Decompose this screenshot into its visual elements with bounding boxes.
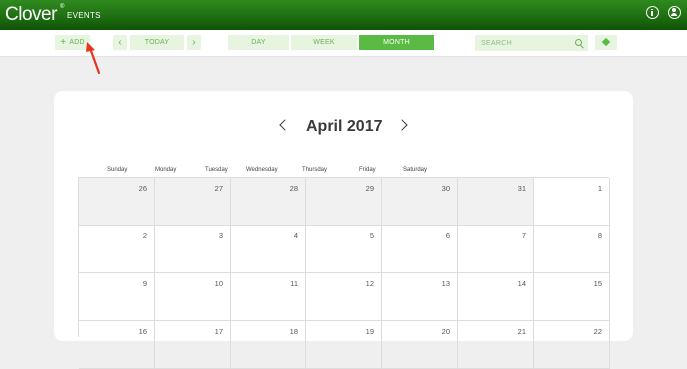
month-grid: 26 27 28 29 30 31 1 2 3 4 5 6 7 8 9 10 11 12 13 14 15 16 17 18 1… [78, 177, 610, 369]
day-number: 26 [138, 184, 147, 193]
day-cell[interactable]: 6 [382, 225, 458, 273]
day-cell[interactable]: 22 [534, 321, 610, 369]
day-cell[interactable]: 27 [155, 178, 231, 226]
day-number: 14 [517, 279, 526, 288]
day-cell[interactable]: 10 [155, 273, 231, 321]
search-input[interactable] [481, 35, 567, 51]
day-cell[interactable]: 19 [306, 321, 382, 369]
previous-button[interactable]: ‹ [113, 35, 127, 50]
day-cell[interactable]: 1 [534, 178, 610, 226]
day-cell[interactable]: 29 [306, 178, 382, 226]
weekday-wednesday: Wednesday [246, 167, 278, 173]
weekday-friday: Friday [359, 167, 376, 173]
plus-icon: + [60, 37, 67, 48]
weekday-sunday: Sunday [107, 167, 128, 173]
app-header: Clover ® EVENTS [0, 0, 687, 30]
weekday-tuesday: Tuesday [205, 167, 228, 173]
day-cell[interactable]: 15 [534, 273, 610, 321]
day-number: 30 [441, 184, 450, 193]
weekday-monday: Monday [155, 167, 177, 173]
day-cell[interactable]: 5 [306, 225, 382, 273]
day-number: 3 [218, 231, 223, 240]
weekday-thursday: Thursday [302, 167, 328, 173]
day-number: 9 [142, 279, 147, 288]
day-cell[interactable]: 14 [458, 273, 534, 321]
day-cell[interactable]: 4 [231, 225, 306, 273]
user-icon[interactable] [668, 6, 681, 19]
day-number: 12 [365, 279, 374, 288]
tag-filter-button[interactable] [595, 35, 617, 50]
day-cell[interactable]: 12 [306, 273, 382, 321]
tab-week[interactable]: WEEK [291, 35, 357, 50]
day-number: 8 [597, 231, 602, 240]
info-icon[interactable] [646, 6, 659, 19]
registered-mark: ® [60, 4, 65, 10]
day-number: 28 [289, 184, 298, 193]
day-cell[interactable]: 7 [458, 225, 534, 273]
search-icon[interactable] [575, 39, 582, 46]
day-cell[interactable]: 9 [79, 273, 155, 321]
day-number: 10 [214, 279, 223, 288]
search-box [475, 35, 588, 51]
day-number: 15 [593, 279, 602, 288]
day-number: 11 [290, 279, 298, 288]
today-button[interactable]: TODAY [130, 35, 184, 50]
tab-day[interactable]: DAY [228, 35, 289, 50]
next-button[interactable]: › [187, 35, 201, 50]
tab-month[interactable]: MONTH [359, 35, 434, 50]
day-cell[interactable]: 20 [382, 321, 458, 369]
clover-logo[interactable]: Clover [5, 4, 57, 26]
day-number: 31 [517, 184, 526, 193]
day-cell[interactable]: 26 [79, 178, 155, 226]
day-number: 27 [214, 184, 223, 193]
day-cell[interactable]: 8 [534, 225, 610, 273]
day-number: 1 [597, 184, 602, 193]
day-cell[interactable]: 17 [155, 321, 231, 369]
day-cell[interactable]: 11 [231, 273, 306, 321]
day-number: 6 [445, 231, 450, 240]
day-cell[interactable]: 2 [79, 225, 155, 273]
tag-icon [601, 37, 611, 47]
day-number: 13 [441, 279, 450, 288]
day-number: 7 [521, 231, 526, 240]
day-number: 4 [293, 231, 298, 240]
day-cell[interactable]: 28 [231, 178, 306, 226]
day-cell[interactable]: 18 [231, 321, 306, 369]
add-label: ADD [69, 39, 85, 46]
day-cell[interactable]: 31 [458, 178, 534, 226]
annotation-arrow [86, 42, 101, 75]
day-number: 2 [142, 231, 147, 240]
day-number: 29 [365, 184, 374, 193]
section-title: EVENTS [67, 11, 101, 20]
day-cell[interactable]: 3 [155, 225, 231, 273]
day-cell[interactable]: 13 [382, 273, 458, 321]
day-cell[interactable]: 30 [382, 178, 458, 226]
month-title: April 2017 [306, 118, 383, 135]
day-cell[interactable]: 16 [79, 321, 155, 369]
weekday-saturday: Saturday [403, 167, 428, 173]
day-cell[interactable]: 21 [458, 321, 534, 369]
day-number: 5 [369, 231, 374, 240]
